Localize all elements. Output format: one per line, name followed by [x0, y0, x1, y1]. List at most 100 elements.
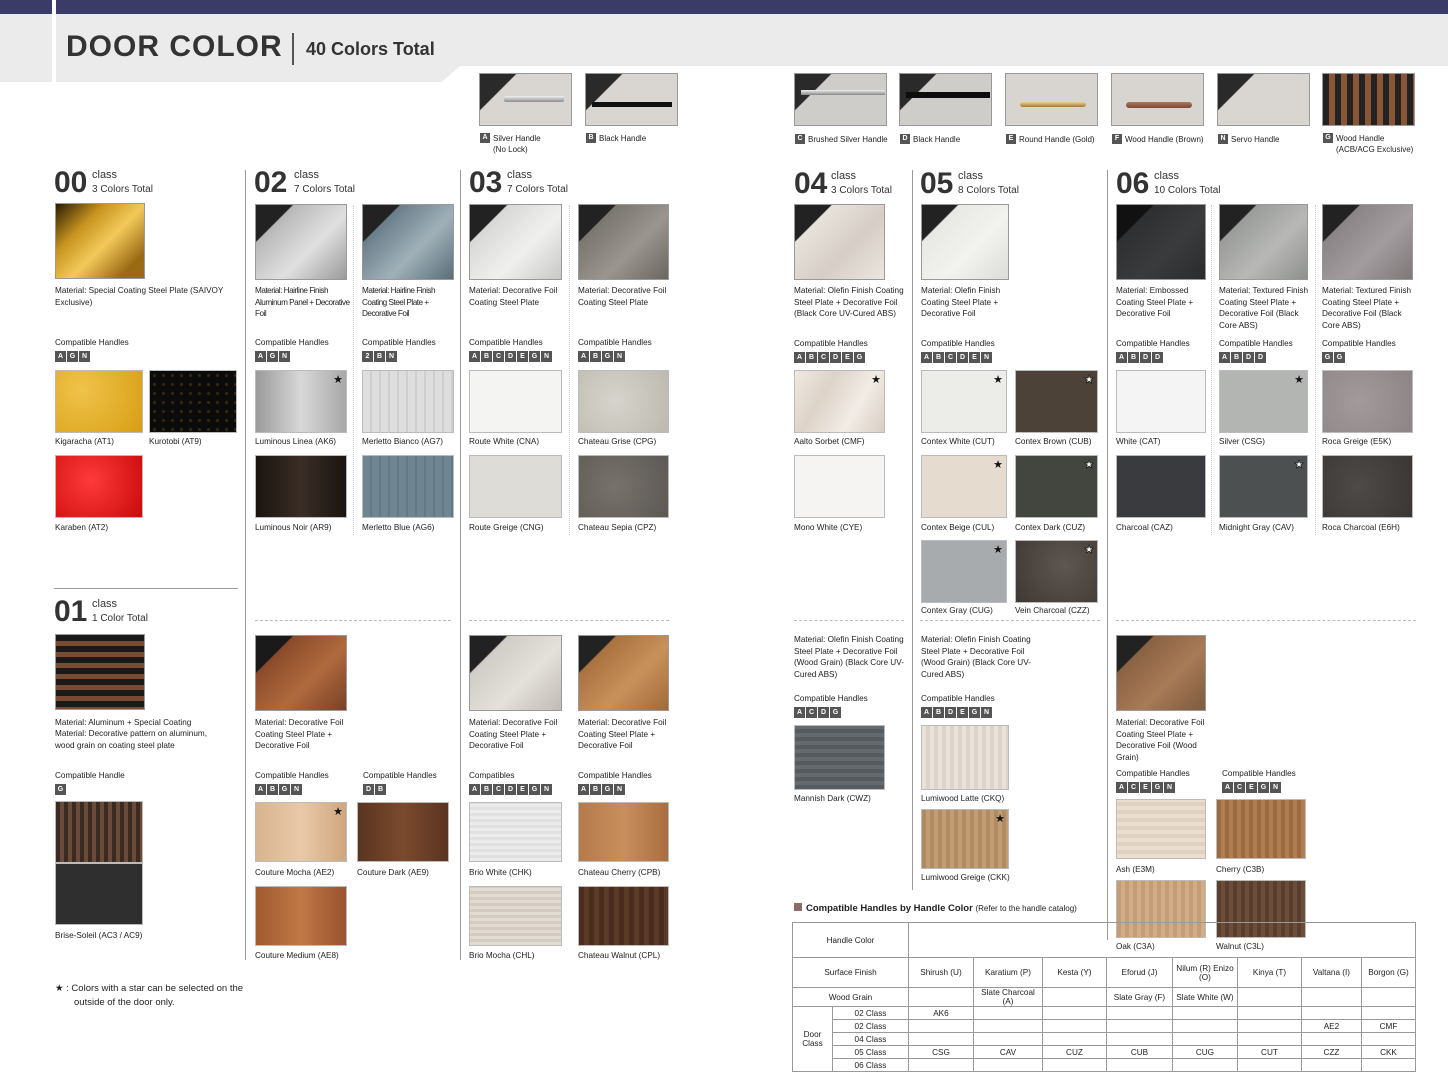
class-05-door [921, 204, 1009, 280]
star-icon: ★ [871, 374, 881, 386]
handle-label-a: A Silver Handle (No Lock) [480, 133, 541, 155]
handle-label-c: C Brushed Silver Handle [795, 134, 888, 145]
class-03-codes-b: ABGN [578, 351, 625, 362]
handle-label-n: N Servo Handle [1218, 134, 1279, 145]
class-cell: 02 Class [832, 1006, 909, 1020]
swatch-cuz-label: Contex Dark (CUZ) [1015, 523, 1086, 532]
swatch-ae8-label: Couture Medium (AE8) [255, 951, 339, 960]
swatch-cpb [578, 802, 669, 862]
class-01-material-2: Material: Decorative pattern on aluminum… [55, 729, 207, 750]
swatch-e3m [1116, 799, 1206, 859]
wood-cell [1236, 987, 1302, 1007]
class-03-door-a [469, 204, 562, 280]
class-02-material-b: Material: Hairline Finish Coating Steel … [362, 286, 436, 318]
class-06-compat-b: Compatible Handles [1219, 339, 1293, 348]
swatch-cub-label: Contex Brown (CUB) [1015, 437, 1092, 446]
table-cell [1171, 1019, 1238, 1033]
dash-h-02 [255, 620, 451, 621]
class-02-total: 7 Colors Total [294, 184, 355, 195]
table-cell [1236, 1032, 1302, 1046]
surface-cell: Borgon (G) [1360, 957, 1417, 988]
class-02-compat-b: Compatible Handles [362, 338, 436, 347]
swatch-cye [794, 455, 885, 518]
table-cell [1360, 1058, 1417, 1072]
swatch-ckq-label: Lumiwood Latte (CKQ) [921, 794, 1005, 803]
swatch-ag7 [362, 370, 454, 433]
class-03-compat-a: Compatible Handles [469, 338, 543, 347]
class-03-lower-door-b [578, 635, 669, 711]
swatch-cpl [578, 886, 669, 946]
swatch-cul: ★ [921, 455, 1007, 518]
swatch-c3b-label: Cherry (C3B) [1216, 865, 1265, 874]
swatch-cmf: ★ [794, 370, 885, 433]
handle-label-d: D Black Handle [900, 134, 960, 145]
table-cell [1236, 1006, 1302, 1020]
class-05-codes: ABCDEN [921, 352, 992, 363]
swatch-cug-label: Contex Gray (CUG) [921, 606, 993, 615]
table-cell [972, 1019, 1043, 1033]
handle-compat-table: Handle Color Surface Finish Shirush (U) … [792, 922, 1417, 1072]
class-01-total: 1 Color Total [92, 613, 148, 624]
swatch-czz-label: Vein Charcoal (CZZ) [1015, 606, 1090, 615]
handle-wood-g-image [1322, 73, 1415, 126]
swatch-cpg-label: Chateau Grise (CPG) [578, 437, 657, 446]
class-06-compat-a: Compatible Handles [1116, 339, 1190, 348]
top-bar-gap [52, 0, 56, 14]
class-00-codes: AGN [55, 351, 90, 362]
divider-00-02 [245, 170, 246, 960]
row-label-door-class: Door Class [792, 1006, 833, 1072]
class-01-number: 01 [54, 595, 88, 628]
swatch-at2 [55, 455, 143, 518]
row-label-surface: Surface Finish [792, 957, 909, 988]
swatch-cng-label: Route Greige (CNG) [469, 523, 544, 532]
table-cell: CKK [1360, 1045, 1417, 1059]
class-02-lower-codes-a: ABGN [255, 784, 302, 795]
table-cell [1171, 1058, 1238, 1072]
swatch-e5k [1322, 370, 1413, 433]
dash-06a [1211, 205, 1212, 535]
star-note: ★ : Colors with a star can be selected o… [55, 983, 244, 1008]
class-03-lower-material-a: Material: Decorative Foil Coating Steel … [469, 718, 558, 750]
class-cell: 04 Class [832, 1032, 909, 1046]
class-06-lower-codes-a: ACEGN [1116, 782, 1175, 793]
table-cell: CUZ [1041, 1045, 1107, 1059]
swatch-csg: ★ [1219, 370, 1308, 433]
class-03-lower-codes-b: ABGN [578, 784, 625, 795]
class-02-material-a: Material: Hairline Finish Aluminum Panel… [255, 286, 350, 318]
swatch-ar9-label: Luminous Noir (AR9) [255, 523, 332, 532]
class-02-lower-codes-b: DB [363, 784, 386, 795]
swatch-at2-label: Karaben (AT2) [55, 523, 109, 532]
handle-gold-image [1005, 73, 1098, 126]
table-cell [1236, 1058, 1302, 1072]
handle-label-b: B Black Handle [586, 133, 646, 144]
dash-h-06 [1116, 620, 1416, 621]
class-03-lower-compat-b: Compatible Handles [578, 771, 652, 780]
dash-h-05 [920, 620, 1100, 621]
swatch-cpb-label: Chateau Cherry (CPB) [578, 868, 661, 877]
table-cell [1041, 1006, 1107, 1020]
class-03-word: class [507, 169, 533, 181]
swatch-cav-label: Midnight Gray (CAV) [1219, 523, 1294, 532]
wood-cell [1360, 987, 1417, 1007]
swatch-at1-label: Kigaracha (AT1) [55, 437, 115, 446]
row-label-handle-color: Handle Color [792, 922, 909, 958]
table-cell: AE2 [1300, 1019, 1362, 1033]
class-05-total: 8 Colors Total [958, 185, 1019, 196]
table-cell: AK6 [907, 1006, 974, 1020]
star-outline-icon: ★ [1084, 544, 1094, 557]
swatch-e6h-label: Roca Charcoal (E6H) [1322, 523, 1400, 532]
page-title: DOOR COLOR [66, 30, 283, 63]
surface-cell: Karatium (P) [972, 957, 1043, 988]
class-04-material: Material: Olefin Finish Coating Steel Pl… [794, 286, 904, 318]
table-cell [972, 1032, 1043, 1046]
star-icon: ★ [1294, 374, 1304, 386]
swatch-e3m-label: Ash (E3M) [1116, 865, 1155, 874]
table-cell [1105, 1019, 1173, 1033]
class-06-lower-codes-b: ACEGN [1222, 782, 1281, 793]
swatch-ag6 [362, 455, 454, 518]
swatch-cpg [578, 370, 669, 433]
surface-cell: Eforud (J) [1105, 957, 1173, 988]
table-cell: CSG [907, 1045, 974, 1059]
legend-square-icon [794, 903, 802, 911]
table-cell: CUT [1236, 1045, 1302, 1059]
